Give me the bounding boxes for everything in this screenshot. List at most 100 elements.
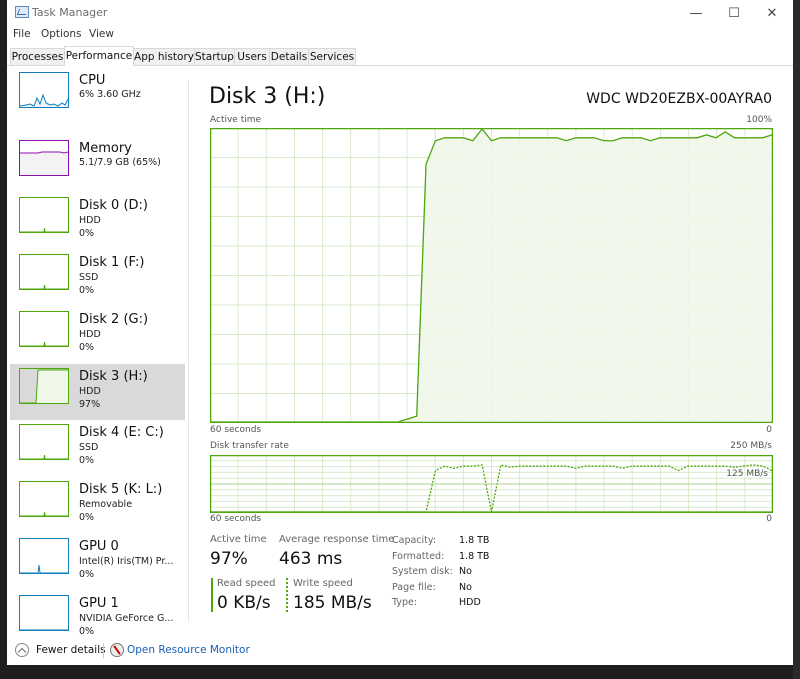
property-value: No <box>459 581 472 593</box>
menu-view[interactable]: View <box>89 28 114 40</box>
mini-graph <box>19 481 69 517</box>
sidebar-item-memory[interactable]: Memory 5.1/7.9 GB (65%) <box>10 136 185 192</box>
property-value: No <box>459 566 472 577</box>
tab-app-history[interactable]: App history <box>133 48 195 65</box>
task-manager-icon <box>15 6 29 18</box>
stat-write-speed-value: 185 MB/s <box>293 593 372 613</box>
transfer-rate-max-label: 250 MB/s <box>730 441 772 451</box>
sidebar-val: 0% <box>79 569 95 580</box>
mini-graph-svg <box>20 341 68 346</box>
footer: Fewer details Open Resource Monitor <box>7 632 793 665</box>
minimize-button[interactable]: — <box>679 0 713 27</box>
tab-details[interactable]: Details <box>269 48 309 65</box>
mini-graph <box>19 368 69 404</box>
mini-graph <box>19 140 69 176</box>
active-time-max-label: 100% <box>746 115 772 125</box>
sidebar-sub: HDD <box>79 215 101 226</box>
sidebar-val: 0% <box>79 285 95 296</box>
sidebar-name: Memory <box>79 141 132 156</box>
sidebar-name: CPU <box>79 73 106 88</box>
sidebar-sub: HDD <box>79 329 101 340</box>
sidebar-sub: SSD <box>79 442 99 453</box>
active-time-x-left: 60 seconds <box>210 425 262 435</box>
task-manager-window: Task Manager — ☐ ✕ File Options View Pro… <box>7 0 793 665</box>
tab-startup[interactable]: Startup <box>194 48 235 65</box>
mini-graph-line <box>20 564 68 573</box>
tab-services[interactable]: Services <box>308 48 356 65</box>
transfer-rate-x-left: 60 seconds <box>210 514 262 524</box>
mini-graph <box>19 311 69 347</box>
sidebar-sub: 6% 3.60 GHz <box>79 89 141 100</box>
resource-monitor-icon[interactable] <box>110 643 124 657</box>
property-key: Type: <box>392 597 418 608</box>
sidebar-name: Disk 2 (G:) <box>79 312 149 327</box>
sidebar-item-disk-5-k-l[interactable]: Disk 5 (K: L:) Removable 0% <box>10 477 185 533</box>
sidebar-sub: SSD <box>79 272 99 283</box>
mini-graph-svg <box>20 227 68 232</box>
sidebar-name: GPU 1 <box>79 596 119 611</box>
sidebar-name: Disk 3 (H:) <box>79 369 148 384</box>
stat-active-time-value: 97% <box>210 549 248 569</box>
resource-sidebar: CPU 6% 3.60 GHz Memory 5.1/7.9 GB (65%) Disk… <box>7 68 187 637</box>
tab-processes[interactable]: Processes <box>10 48 65 65</box>
fewer-details-button[interactable]: Fewer details <box>36 644 106 656</box>
stat-avg-response-label: Average response time <box>279 534 395 545</box>
sidebar-val: 0% <box>79 455 95 466</box>
mini-graph-svg <box>20 629 68 630</box>
menu-bar: File Options View <box>7 27 793 47</box>
sidebar-item-cpu[interactable]: CPU 6% 3.60 GHz <box>10 68 185 124</box>
mini-graph-fill <box>20 370 68 403</box>
mini-graph <box>19 197 69 233</box>
sidebar-val: 0% <box>79 228 95 239</box>
sidebar-sub: 5.1/7.9 GB (65%) <box>79 157 161 168</box>
sidebar-item-disk-3-h[interactable]: Disk 3 (H:) HDD 97% <box>10 364 185 420</box>
property-value: HDD <box>459 597 481 608</box>
mini-graph-line <box>20 341 68 346</box>
tab-performance[interactable]: Performance <box>64 46 134 66</box>
menu-options[interactable]: Options <box>41 28 82 40</box>
mini-graph-line <box>20 511 68 516</box>
tab-users[interactable]: Users <box>234 48 270 65</box>
write-speed-legend-line <box>286 578 288 612</box>
mini-graph-line <box>20 284 68 289</box>
footer-separator <box>103 643 104 658</box>
sidebar-name: Disk 5 (K: L:) <box>79 482 163 497</box>
mini-graph <box>19 72 69 108</box>
sidebar-item-disk-4-e-c[interactable]: Disk 4 (E: C:) SSD 0% <box>10 420 185 476</box>
desktop-background <box>793 0 800 679</box>
mini-graph-svg <box>20 511 68 516</box>
mini-graph <box>19 595 69 631</box>
property-key: Formatted: <box>392 550 445 562</box>
sidebar-val: 0% <box>79 512 95 523</box>
title-bar[interactable]: Task Manager — ☐ ✕ <box>7 0 793 27</box>
mini-graph-line <box>20 454 68 459</box>
stat-avg-response-value: 463 ms <box>279 549 343 569</box>
menu-file[interactable]: File <box>13 28 31 40</box>
property-value: 1.8 TB <box>459 535 490 546</box>
transfer-rate-label: Disk transfer rate <box>210 441 289 451</box>
sidebar-item-disk-1-f[interactable]: Disk 1 (F:) SSD 0% <box>10 250 185 306</box>
maximize-button[interactable]: ☐ <box>717 0 751 27</box>
sidebar-name: Disk 4 (E: C:) <box>79 425 164 440</box>
sidebar-item-gpu-0[interactable]: GPU 0 Intel(R) Iris(TM) Pr... 0% <box>10 534 185 590</box>
transfer-rate-chart <box>210 455 773 513</box>
sidebar-item-disk-0-d[interactable]: Disk 0 (D:) HDD 0% <box>10 193 185 249</box>
stat-active-time-label: Active time <box>210 534 267 545</box>
mini-graph-svg <box>20 93 68 107</box>
chevron-up-icon[interactable] <box>15 643 29 657</box>
mini-graph-svg <box>20 454 68 459</box>
mini-graph <box>19 424 69 460</box>
disk-model: WDC WD20EZBX-00AYRA0 <box>586 91 772 107</box>
open-resource-monitor-link[interactable]: Open Resource Monitor <box>127 644 250 656</box>
active-time-label: Active time <box>210 115 262 125</box>
close-button[interactable]: ✕ <box>755 0 789 27</box>
active-time-chart <box>210 128 773 423</box>
sidebar-name: GPU 0 <box>79 539 119 554</box>
read-speed-legend-line <box>211 578 213 612</box>
sidebar-sub: HDD <box>79 386 101 397</box>
mini-graph-svg <box>20 564 68 573</box>
transfer-rate-x-right: 0 <box>766 514 772 524</box>
sidebar-item-disk-2-g[interactable]: Disk 2 (G:) HDD 0% <box>10 307 185 363</box>
stat-write-speed-label: Write speed <box>293 578 353 589</box>
sidebar-sub: Intel(R) Iris(TM) Pr... <box>79 556 174 567</box>
